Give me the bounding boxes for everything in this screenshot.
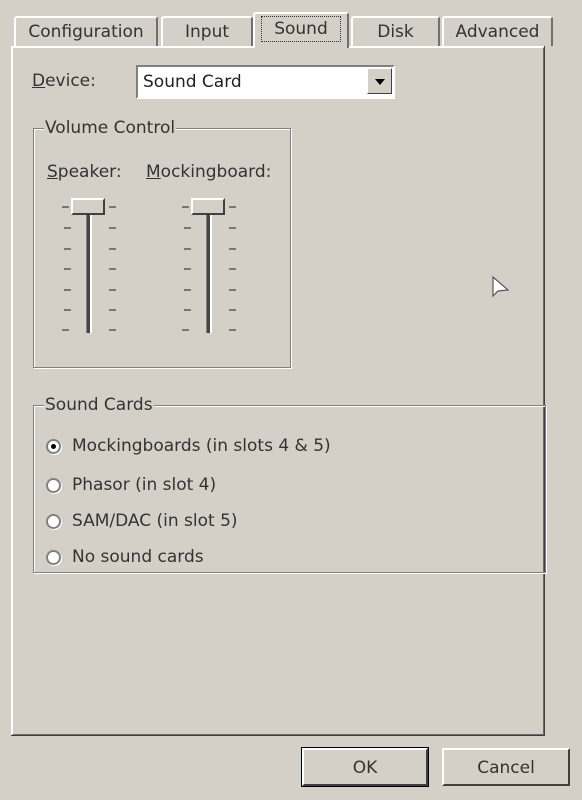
tick-mark (109, 248, 116, 250)
tab-label: Advanced (455, 22, 540, 42)
radio-label: No sound cards (72, 547, 204, 567)
tick-mark (109, 206, 116, 208)
tick-mark (109, 289, 116, 291)
slider-track (86, 203, 92, 333)
tick-mark (64, 268, 71, 270)
radio-label: Mockingboards (in slots 4 & 5) (72, 436, 331, 456)
tab-label: Input (184, 22, 230, 42)
tick-mark (229, 206, 236, 208)
mockingboard-volume-slider[interactable] (179, 193, 239, 343)
tab-disk[interactable]: Disk (351, 16, 440, 46)
tick-mark (184, 268, 191, 270)
tick-mark (62, 329, 69, 331)
speaker-slider-thumb[interactable] (71, 198, 105, 215)
radio-button[interactable] (46, 478, 61, 493)
radio-button[interactable] (46, 550, 61, 565)
tab-label: Sound (261, 16, 341, 42)
tick-mark (229, 309, 236, 311)
tick-mark (229, 268, 236, 270)
radio-button[interactable] (46, 514, 61, 529)
tick-mark (109, 268, 116, 270)
device-label-accel: D (32, 71, 46, 91)
speaker-volume-slider[interactable] (59, 193, 119, 343)
device-select-value: Sound Card (143, 72, 242, 92)
tick-mark (184, 248, 191, 250)
mockingboard-label: Mockingboard: (146, 162, 271, 182)
tick-mark (109, 309, 116, 311)
tab-advanced[interactable]: Advanced (442, 16, 553, 46)
chevron-down-icon (375, 79, 385, 85)
device-dropdown-button[interactable] (367, 68, 392, 94)
tab-label: Configuration (28, 22, 144, 42)
speaker-label-rest: peaker: (57, 162, 122, 182)
sound-cards-title: Sound Cards (44, 395, 154, 415)
tick-mark (64, 248, 71, 250)
tick-mark (64, 289, 71, 291)
tick-mark (184, 309, 191, 311)
slider-track (206, 203, 212, 333)
radio-dot (51, 444, 56, 449)
radio-label: Phasor (in slot 4) (72, 475, 217, 495)
tab-configuration[interactable]: Configuration (14, 16, 158, 46)
tick-mark (229, 329, 236, 331)
tick-mark (64, 227, 71, 229)
device-label: Device: (32, 71, 96, 91)
radio-button-checked[interactable] (46, 439, 61, 454)
tick-mark (184, 289, 191, 291)
tick-mark (229, 289, 236, 291)
mockingboard-label-accel: M (146, 162, 161, 182)
tick-mark (182, 329, 189, 331)
tick-mark (109, 227, 116, 229)
tick-mark (182, 206, 189, 208)
tick-mark (229, 227, 236, 229)
tick-mark (109, 329, 116, 331)
tick-mark (229, 248, 236, 250)
cancel-button[interactable]: Cancel (442, 748, 570, 786)
volume-control-title: Volume Control (44, 118, 177, 138)
tick-mark (62, 206, 69, 208)
tick-mark (64, 309, 71, 311)
radio-label: SAM/DAC (in slot 5) (72, 511, 238, 531)
tab-input[interactable]: Input (161, 16, 253, 46)
device-select[interactable]: Sound Card (136, 65, 395, 99)
speaker-label-accel: S (47, 162, 58, 182)
tab-label: Disk (377, 22, 414, 42)
tick-mark (184, 227, 191, 229)
speaker-label: Speaker: (47, 162, 122, 182)
ok-button[interactable]: OK (301, 747, 429, 787)
device-label-rest: evice: (45, 71, 96, 91)
mockingboard-label-rest: ockingboard: (160, 162, 272, 182)
tab-sound[interactable]: Sound (253, 12, 349, 48)
mockingboard-slider-thumb[interactable] (191, 198, 225, 215)
volume-control-group: Volume Control Speaker: Mockingboard: (33, 118, 291, 368)
